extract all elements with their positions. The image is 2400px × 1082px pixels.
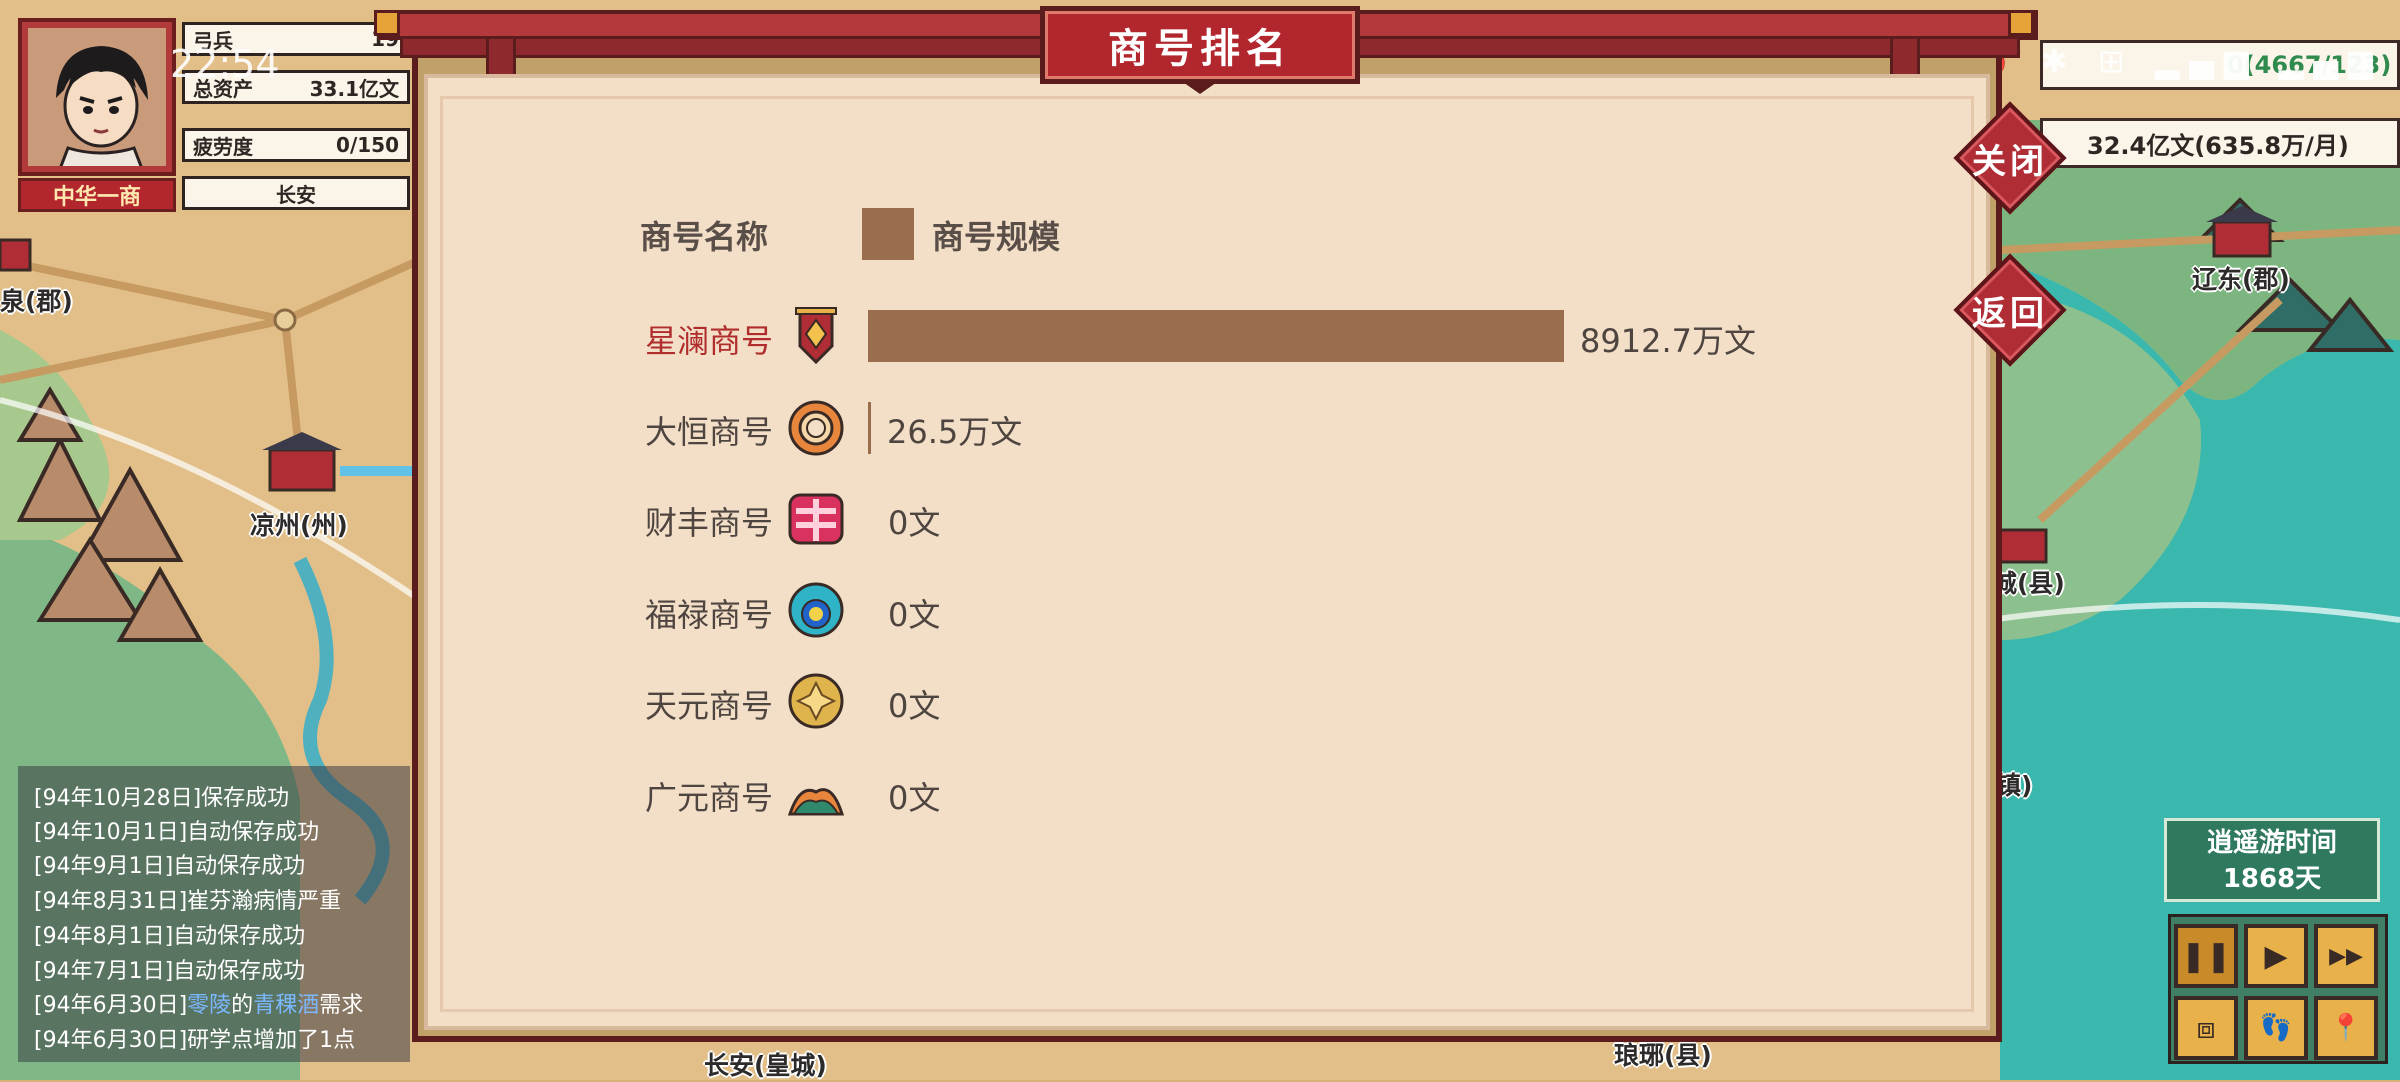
resource-bar-money: 32.4亿文(635.8万/月): [2040, 118, 2400, 168]
fast-forward-icon: ▶▶: [2329, 943, 2363, 969]
dialog-title: 商号排名: [1040, 6, 1360, 84]
player-portrait[interactable]: [18, 18, 176, 176]
gold-medallion-emblem-icon: [788, 673, 844, 729]
log-line-1: [94年10月28日]保存成功: [34, 786, 290, 811]
rank-name-6[interactable]: 广元商号: [645, 773, 773, 819]
stat-value: 33.1亿文: [309, 76, 399, 101]
city-label-left-edge[interactable]: 泉(郡): [0, 282, 73, 318]
log-connector: 的: [231, 993, 254, 1018]
rank-name-1[interactable]: 星澜商号: [645, 316, 773, 362]
log-line-7: [94年6月30日]零陵的青稞酒需求: [34, 987, 363, 1019]
corner-knob-right: [2008, 10, 2034, 36]
legend-swatch: [862, 208, 914, 260]
ranking-value-2: 26.5万文: [887, 413, 1023, 451]
ranking-value-3: 0文: [888, 504, 941, 542]
blessing-emblem-icon: [788, 582, 844, 638]
travel-time-label: 逍遥游时间: [2206, 828, 2337, 858]
log-line-6: [94年7月1日]自动保存成功: [34, 959, 306, 984]
log-place-link[interactable]: 零陵: [187, 993, 231, 1018]
cube-icon: ⧈: [2196, 1010, 2216, 1046]
play-button[interactable]: ▶: [2244, 924, 2308, 988]
ranking-value-4: 0文: [888, 596, 941, 634]
back-button-label: 返回: [1972, 293, 2048, 334]
rank-name-3[interactable]: 财丰商号: [645, 498, 773, 544]
log-line-5: [94年8月1日]自动保存成功: [34, 924, 306, 949]
travel-time-days: 1868天: [2222, 864, 2322, 894]
play-icon: ▶: [2264, 938, 2288, 974]
map-pin-icon: 📍: [2329, 1013, 2363, 1043]
ranking-bar-1: [868, 310, 1564, 362]
fast-forward-button[interactable]: ▶▶: [2314, 924, 2378, 988]
stat-label: 疲劳度: [193, 134, 253, 159]
back-button[interactable]: 返回: [1952, 252, 2068, 368]
ranking-value-6: 0文: [888, 779, 941, 817]
log-line-2: [94年10月1日]自动保存成功: [34, 820, 320, 845]
corner-knob-left: [374, 10, 400, 36]
log-suffix: 需求: [319, 993, 364, 1018]
message-log[interactable]: [94年10月28日]保存成功 [94年10月1日]自动保存成功 [94年9月1…: [18, 766, 410, 1062]
city-label-liaodong[interactable]: 辽东(郡): [2192, 260, 2290, 296]
stat-value: 0/150: [336, 133, 399, 157]
mountain-emblem-icon: [787, 788, 845, 816]
legend-name-header: 商号名称: [640, 218, 769, 256]
location-pin-button[interactable]: 📍: [2314, 996, 2378, 1060]
location-field[interactable]: 长安: [182, 176, 410, 210]
log-line-8: [94年6月30日]研学点增加了1点: [34, 1028, 356, 1053]
coin-ring-emblem-icon: [788, 400, 844, 456]
title-plaque-tip: [1180, 80, 1220, 94]
avatar: [28, 28, 166, 166]
status-clock: 22:54: [170, 42, 280, 86]
log-line-3: [94年9月1日]自动保存成功: [34, 854, 306, 879]
log-date: [94年6月30日]: [34, 993, 188, 1018]
map-box-button[interactable]: ⧈: [2174, 996, 2238, 1060]
banner-emblem-icon: [795, 307, 837, 365]
ranking-value-5: 0文: [888, 687, 941, 725]
footprints-icon: 👣: [2259, 1013, 2293, 1043]
ranking-bar-2: [868, 402, 871, 454]
close-button-label: 关闭: [1972, 141, 2048, 182]
abundance-emblem-icon: [788, 493, 844, 545]
legend-size-header: 商号规模: [932, 218, 1061, 256]
city-label-county[interactable]: 城(县): [1992, 564, 2065, 600]
close-button[interactable]: 关闭: [1952, 100, 2068, 216]
rank-name-2[interactable]: 大恒商号: [645, 407, 773, 453]
travel-time-panel: 逍遥游时间 1868天: [2164, 818, 2380, 902]
pause-icon: ❚❚: [2180, 938, 2232, 974]
log-item-link[interactable]: 青稞酒: [253, 993, 319, 1018]
stat-row-fatigue: 疲劳度 0/150: [182, 128, 410, 162]
location-name: 长安: [276, 182, 316, 207]
log-line-4: [94年8月31日]崔芬瀚病情严重: [34, 889, 342, 914]
walk-button[interactable]: 👣: [2244, 996, 2308, 1060]
pause-button[interactable]: ❚❚: [2174, 924, 2238, 988]
ranking-value-1: 8912.7万文: [1580, 322, 1756, 360]
resource-value: 32.4亿文(635.8万/月): [2087, 131, 2349, 160]
city-label-changan[interactable]: 长安(皇城): [704, 1046, 827, 1082]
rank-name-5[interactable]: 天元商号: [645, 681, 773, 727]
city-label-liangzhou[interactable]: 凉州(州): [250, 506, 348, 542]
rank-name-4[interactable]: 福禄商号: [645, 590, 773, 636]
player-name: 中华一商: [18, 178, 176, 212]
